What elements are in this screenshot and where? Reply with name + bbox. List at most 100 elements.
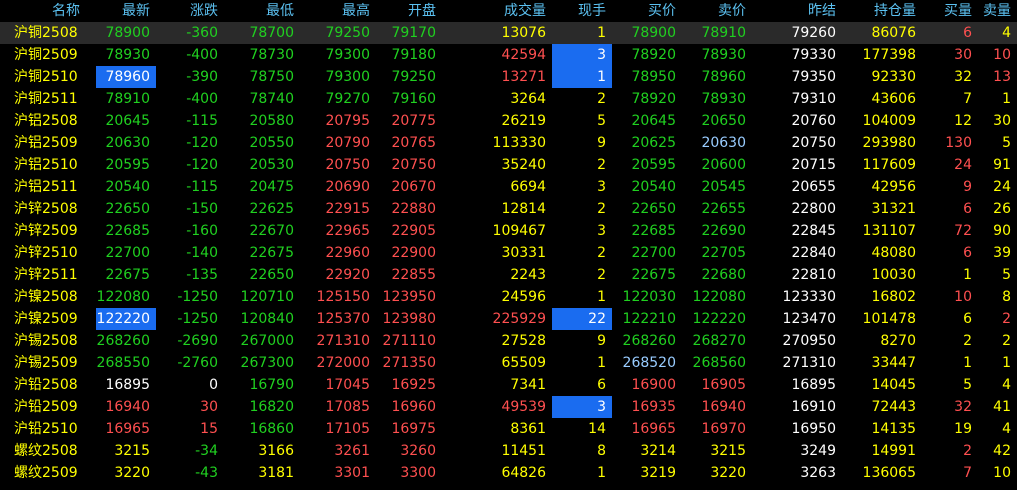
cell-bid-volume: 2 (963, 333, 972, 349)
quote-row[interactable]: 沪铅2508 16895 0 16790 17045 16925 7341 6 16900 169… (0, 374, 1017, 396)
quote-row[interactable]: 沪镍2509 122220 -1250 120840 125370 123980 22592… (0, 308, 1017, 330)
cell-low: 120710 (240, 289, 294, 305)
cell-high: 17105 (325, 421, 370, 437)
cell-name: 沪锌2510 (14, 245, 78, 261)
cell-name: 沪锌2511 (14, 267, 78, 283)
column-header-volume[interactable]: 成交量 (442, 0, 552, 22)
cell-last: 122220 (96, 308, 156, 330)
cell-change: -43 (195, 465, 218, 481)
cell-open: 3300 (400, 465, 436, 481)
cell-bid-volume: 30 (954, 47, 972, 63)
quote-row[interactable]: 沪锡2508 268260 -2690 267000 271310 271110 27528… (0, 330, 1017, 352)
quote-row[interactable]: 沪铜2508 78900 -360 78700 79250 79170 13076 1 7890… (0, 22, 1017, 44)
cell-ask-volume: 30 (993, 113, 1011, 129)
cell-open-interest: 31321 (871, 201, 916, 217)
cell-bid: 78900 (612, 22, 682, 44)
column-header-prev-settle[interactable]: 昨结 (752, 0, 842, 22)
cell-open: 79160 (391, 91, 436, 107)
quote-row[interactable]: 沪锌2508 22650 -150 22625 22915 22880 12814 2 2265… (0, 198, 1017, 220)
cell-bid: 78920 (631, 91, 676, 107)
cell-open: 123950 (382, 289, 436, 305)
cell-prev-settle: 16950 (791, 421, 836, 437)
column-header-bid-volume[interactable]: 买量 (922, 0, 978, 22)
quote-row[interactable]: 沪镍2508 122080 -1250 120710 125150 123950 24596… (0, 286, 1017, 308)
cell-last: 20540 (105, 179, 150, 195)
cell-bid-volume: 5 (963, 377, 972, 393)
cell-bid-volume: 72 (954, 223, 972, 239)
cell-change: -135 (186, 267, 218, 283)
cell-prev-settle: 271310 (782, 355, 836, 371)
cell-bid: 20645 (631, 113, 676, 129)
column-header-ask-volume[interactable]: 卖量 (978, 0, 1017, 22)
quote-row[interactable]: 沪铜2510 78960 -390 78750 79300 79250 13271 1 7895… (0, 66, 1017, 88)
column-header-high[interactable]: 最高 (300, 0, 376, 22)
cell-change: -400 (186, 47, 218, 63)
cell-name: 沪铜2511 (14, 91, 78, 107)
column-header-ask[interactable]: 卖价 (682, 0, 752, 22)
cell-change: -1250 (177, 311, 218, 327)
quote-row[interactable]: 螺纹2508 3215 -34 3166 3261 3260 11451 8 3214 3215 3… (0, 440, 1017, 462)
quote-row[interactable]: 沪铅2509 16940 30 16820 17085 16960 49539 3 16935 1… (0, 396, 1017, 418)
cell-bid: 22700 (631, 245, 676, 261)
cell-last: 78900 (96, 22, 156, 44)
cell-low: 120840 (240, 311, 294, 327)
quote-row[interactable]: 沪锌2510 22700 -140 22675 22960 22900 30331 2 2270… (0, 242, 1017, 264)
cell-open: 22900 (391, 245, 436, 261)
cell-volume: 64826 (501, 465, 546, 481)
cell-current-lot: 14 (588, 421, 606, 437)
cell-ask-volume: 39 (993, 245, 1011, 261)
cell-last: 3215 (114, 443, 150, 459)
cell-change: -1250 (177, 289, 218, 305)
column-header-bid[interactable]: 买价 (612, 0, 682, 22)
column-header-last[interactable]: 最新 (96, 0, 156, 22)
quote-row[interactable]: 沪铝2509 20630 -120 20550 20790 20765 113330 9 206… (0, 132, 1017, 154)
cell-current-lot: 9 (597, 333, 606, 349)
cell-low: 78750 (249, 69, 294, 85)
quote-row[interactable]: 沪锌2511 22675 -135 22650 22920 22855 2243 2 22675… (0, 264, 1017, 286)
column-header-name[interactable]: 名称 (0, 0, 96, 22)
cell-change: -2760 (177, 355, 218, 371)
cell-volume: 2243 (510, 267, 546, 283)
cell-bid: 16965 (631, 421, 676, 437)
column-header-low[interactable]: 最低 (224, 0, 300, 22)
cell-bid: 3214 (640, 443, 676, 459)
quote-row[interactable]: 沪锡2509 268550 -2760 267300 272000 271350 65509… (0, 352, 1017, 374)
cell-open-interest: 86076 (842, 22, 922, 44)
quote-row[interactable]: 螺纹2509 3220 -43 3181 3301 3300 64826 1 3219 3220 3… (0, 462, 1017, 484)
column-header-current-lot[interactable]: 现手 (552, 0, 612, 22)
cell-high: 79270 (325, 91, 370, 107)
cell-open: 79170 (376, 22, 442, 44)
cell-high: 20790 (325, 135, 370, 151)
cell-name: 沪铜2510 (14, 69, 78, 85)
quote-row[interactable]: 沪铝2510 20595 -120 20530 20750 20750 35240 2 2059… (0, 154, 1017, 176)
cell-bid: 22675 (631, 267, 676, 283)
quote-row[interactable]: 沪锌2509 22685 -160 22670 22965 22905 109467 3 226… (0, 220, 1017, 242)
cell-open: 20670 (391, 179, 436, 195)
quote-row[interactable]: 沪铜2511 78910 -400 78740 79270 79160 3264 2 78920… (0, 88, 1017, 110)
cell-ask-volume: 4 (1002, 377, 1011, 393)
cell-prev-settle: 20715 (791, 157, 836, 173)
column-header-open-interest[interactable]: 持仓量 (842, 0, 922, 22)
quote-row[interactable]: 沪铝2508 20645 -115 20580 20795 20775 26219 5 2064… (0, 110, 1017, 132)
cell-high: 79300 (325, 47, 370, 63)
quote-row[interactable]: 沪铅2510 16965 15 16860 17105 16975 8361 14 16965 1… (0, 418, 1017, 440)
cell-bid-volume: 6 (963, 311, 972, 327)
cell-prev-settle: 20760 (791, 113, 836, 129)
cell-high: 22960 (325, 245, 370, 261)
cell-ask-volume: 41 (993, 399, 1011, 415)
cell-name: 沪锡2509 (14, 355, 78, 371)
cell-current-lot: 22 (552, 308, 612, 330)
cell-ask: 16905 (701, 377, 746, 393)
cell-high: 3301 (334, 465, 370, 481)
cell-name: 沪铝2510 (14, 157, 78, 173)
cell-bid: 122030 (622, 289, 676, 305)
cell-bid: 268260 (622, 333, 676, 349)
cell-change: -115 (186, 179, 218, 195)
quote-row[interactable]: 沪铜2509 78930 -400 78730 79300 79180 42594 3 7892… (0, 44, 1017, 66)
column-header-open[interactable]: 开盘 (376, 0, 442, 22)
cell-volume: 8361 (510, 421, 546, 437)
cell-current-lot: 2 (597, 157, 606, 173)
quote-row[interactable]: 沪铝2511 20540 -115 20475 20690 20670 6694 3 20540… (0, 176, 1017, 198)
cell-prev-settle: 22810 (791, 267, 836, 283)
column-header-change[interactable]: 涨跌 (156, 0, 224, 22)
